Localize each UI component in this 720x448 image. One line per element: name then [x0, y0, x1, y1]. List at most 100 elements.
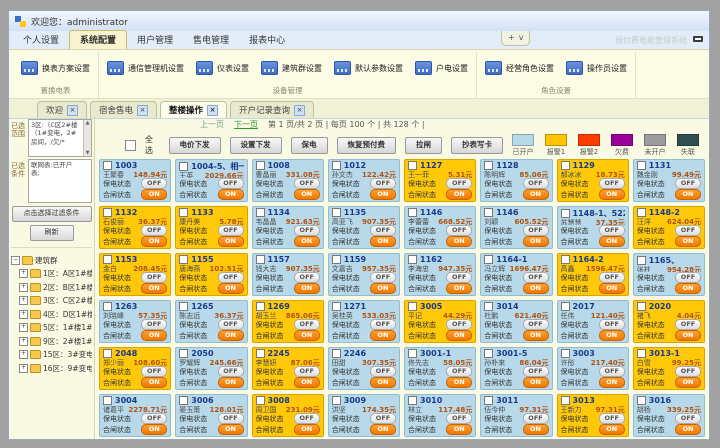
room-checkbox[interactable]: [408, 302, 417, 311]
tree-expand-icon[interactable]: +: [19, 337, 28, 346]
room-checkbox[interactable]: [561, 209, 570, 218]
switch-status-toggle[interactable]: ON: [675, 424, 701, 435]
protect-status-toggle[interactable]: OFF: [523, 272, 549, 283]
ribbon-button[interactable]: 经营角色设置: [485, 61, 554, 75]
collapse-ribbon-icon[interactable]: v: [519, 34, 524, 42]
protect-status-toggle[interactable]: OFF: [675, 225, 701, 236]
protect-status-toggle[interactable]: OFF: [218, 272, 244, 283]
listbox-scrollbar[interactable]: ▲▼: [83, 120, 91, 156]
switch-status-toggle[interactable]: ON: [218, 283, 244, 294]
protect-status-toggle[interactable]: OFF: [370, 178, 396, 189]
switch-status-toggle[interactable]: ON: [218, 236, 244, 247]
tree-item[interactable]: +16区：9#变电站: [19, 363, 92, 374]
selected-range-listbox[interactable]: 3区:（C区2#楼（1#变电，2#房间，/欠/*▲▼: [28, 119, 92, 157]
prev-page-link[interactable]: 上一页: [200, 119, 224, 130]
room-checkbox[interactable]: [179, 255, 188, 264]
protect-status-toggle[interactable]: OFF: [141, 366, 167, 377]
batch-action-button[interactable]: 抄表写卡: [451, 137, 503, 154]
switch-status-toggle[interactable]: ON: [446, 424, 472, 435]
next-page-link[interactable]: 下一页: [234, 119, 258, 130]
switch-status-toggle[interactable]: ON: [599, 424, 625, 435]
room-checkbox[interactable]: [179, 349, 188, 358]
protect-status-toggle[interactable]: OFF: [370, 225, 396, 236]
protect-status-toggle[interactable]: OFF: [218, 225, 244, 236]
switch-status-toggle[interactable]: ON: [370, 189, 396, 200]
tree-expand-icon[interactable]: +: [19, 364, 28, 373]
room-checkbox[interactable]: [103, 302, 112, 311]
ribbon-button[interactable]: 仪表设置: [196, 61, 249, 75]
room-checkbox[interactable]: [408, 161, 417, 170]
switch-status-toggle[interactable]: ON: [523, 283, 549, 294]
room-checkbox[interactable]: [103, 255, 112, 264]
switch-status-toggle[interactable]: ON: [141, 377, 167, 388]
protect-status-toggle[interactable]: OFF: [523, 413, 549, 424]
protect-status-toggle[interactable]: OFF: [675, 178, 701, 189]
switch-status-toggle[interactable]: ON: [370, 330, 396, 341]
switch-status-toggle[interactable]: ON: [523, 424, 549, 435]
switch-status-toggle[interactable]: ON: [370, 377, 396, 388]
switch-status-toggle[interactable]: ON: [218, 377, 244, 388]
room-checkbox[interactable]: [103, 396, 112, 405]
room-checkbox[interactable]: [637, 396, 646, 405]
protect-status-toggle[interactable]: OFF: [523, 178, 549, 189]
switch-status-toggle[interactable]: ON: [675, 236, 701, 247]
tree-expand-icon[interactable]: +: [19, 269, 28, 278]
switch-status-toggle[interactable]: ON: [294, 236, 320, 247]
protect-status-toggle[interactable]: OFF: [446, 225, 472, 236]
tree-item[interactable]: +9区：2#楼1#门: [19, 336, 92, 347]
room-checkbox[interactable]: [332, 161, 341, 170]
protect-status-toggle[interactable]: OFF: [141, 272, 167, 283]
protect-status-toggle[interactable]: OFF: [370, 319, 396, 330]
switch-status-toggle[interactable]: ON: [218, 330, 244, 341]
room-checkbox[interactable]: [103, 161, 112, 170]
ribbon-button[interactable]: 操作员设置: [566, 61, 627, 75]
refresh-button[interactable]: 刷新: [30, 225, 74, 241]
room-checkbox[interactable]: [103, 208, 112, 217]
room-checkbox[interactable]: [256, 396, 265, 405]
protect-status-toggle[interactable]: OFF: [141, 413, 167, 424]
room-checkbox[interactable]: [408, 349, 417, 358]
protect-status-toggle[interactable]: OFF: [370, 413, 396, 424]
switch-status-toggle[interactable]: ON: [599, 189, 625, 200]
tree-item[interactable]: +2区：B区1#楼（1楼: [19, 282, 92, 293]
switch-status-toggle[interactable]: ON: [141, 236, 167, 247]
switch-status-toggle[interactable]: ON: [446, 330, 472, 341]
room-checkbox[interactable]: [332, 208, 341, 217]
protect-status-toggle[interactable]: OFF: [141, 319, 167, 330]
protect-status-toggle[interactable]: OFF: [370, 366, 396, 377]
room-checkbox[interactable]: [103, 349, 112, 358]
room-checkbox[interactable]: [484, 161, 493, 170]
switch-status-toggle[interactable]: ON: [523, 236, 549, 247]
protect-status-toggle[interactable]: OFF: [599, 366, 625, 377]
tree-root[interactable]: −建筑群: [11, 255, 92, 266]
room-checkbox[interactable]: [637, 161, 646, 170]
switch-status-toggle[interactable]: ON: [599, 283, 625, 294]
minimize-icon[interactable]: [693, 36, 703, 42]
switch-status-toggle[interactable]: ON: [370, 424, 396, 435]
tree-expand-icon[interactable]: +: [19, 283, 28, 292]
menu-tab[interactable]: 个人设置: [13, 31, 69, 49]
protect-status-toggle[interactable]: OFF: [675, 319, 701, 330]
room-checkbox[interactable]: [179, 396, 188, 405]
batch-action-button[interactable]: 保电: [291, 137, 328, 154]
room-checkbox[interactable]: [561, 396, 570, 405]
room-checkbox[interactable]: [561, 161, 570, 170]
protect-status-toggle[interactable]: OFF: [523, 319, 549, 330]
protect-status-toggle[interactable]: OFF: [218, 413, 244, 424]
protect-status-toggle[interactable]: OFF: [218, 178, 244, 189]
room-checkbox[interactable]: [256, 302, 265, 311]
room-checkbox[interactable]: [484, 302, 493, 311]
ribbon-button[interactable]: 户电设置: [415, 61, 468, 75]
room-checkbox[interactable]: [332, 396, 341, 405]
protect-status-toggle[interactable]: OFF: [141, 225, 167, 236]
room-checkbox[interactable]: [408, 396, 417, 405]
tree-expand-icon[interactable]: +: [19, 323, 28, 332]
room-checkbox[interactable]: [332, 255, 341, 264]
room-checkbox[interactable]: [561, 349, 570, 358]
room-checkbox[interactable]: [484, 255, 493, 264]
protect-status-toggle[interactable]: OFF: [218, 319, 244, 330]
protect-status-toggle[interactable]: OFF: [446, 319, 472, 330]
room-checkbox[interactable]: [408, 208, 417, 217]
tree-expand-icon[interactable]: +: [19, 296, 28, 305]
tree-item[interactable]: +4区：D区1#楼1#门: [19, 309, 92, 320]
